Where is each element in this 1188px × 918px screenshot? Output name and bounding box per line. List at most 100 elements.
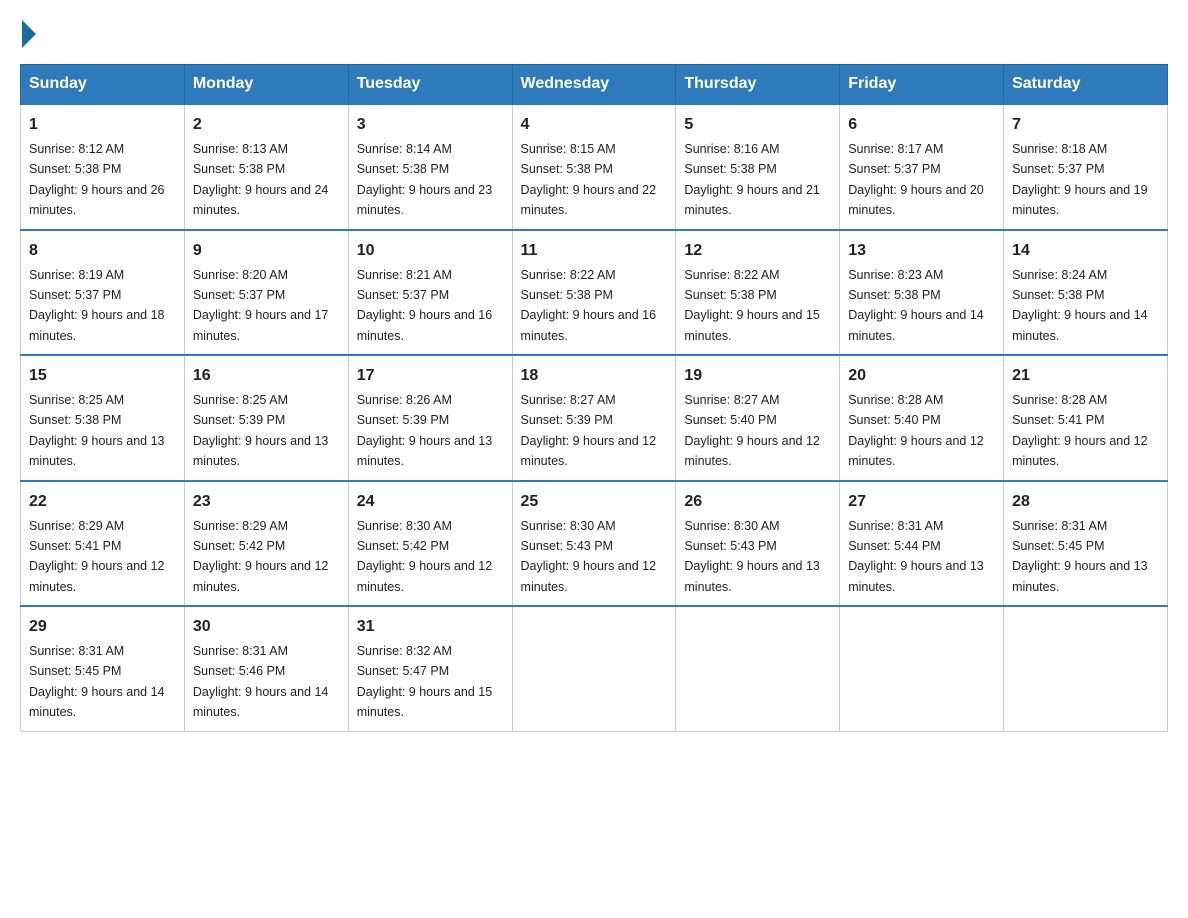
day-number: 5 <box>684 113 831 137</box>
logo <box>20 20 36 44</box>
day-number: 8 <box>29 239 176 263</box>
day-info: Sunrise: 8:22 AMSunset: 5:38 PMDaylight:… <box>521 268 657 343</box>
weekday-header-sunday: Sunday <box>21 65 185 105</box>
day-info: Sunrise: 8:12 AMSunset: 5:38 PMDaylight:… <box>29 142 165 217</box>
day-info: Sunrise: 8:27 AMSunset: 5:39 PMDaylight:… <box>521 393 657 468</box>
day-info: Sunrise: 8:14 AMSunset: 5:38 PMDaylight:… <box>357 142 493 217</box>
calendar-day-cell: 20Sunrise: 8:28 AMSunset: 5:40 PMDayligh… <box>840 355 1004 481</box>
calendar-day-cell: 5 Sunrise: 8:16 AMSunset: 5:38 PMDaylight… <box>676 104 840 230</box>
day-number: 19 <box>684 364 831 388</box>
day-info: Sunrise: 8:15 AMSunset: 5:38 PMDaylight:… <box>521 142 657 217</box>
calendar-day-cell: 18 Sunrise: 8:27 AMSunset: 5:39 PMDayligh… <box>512 355 676 481</box>
calendar-day-cell: 8 Sunrise: 8:19 AMSunset: 5:37 PMDaylight… <box>21 230 185 356</box>
day-number: 23 <box>193 490 340 514</box>
day-number: 22 <box>29 490 176 514</box>
day-number: 9 <box>193 239 340 263</box>
day-info: Sunrise: 8:19 AMSunset: 5:37 PMDaylight:… <box>29 268 165 343</box>
day-number: 28 <box>1012 490 1159 514</box>
day-number: 16 <box>193 364 340 388</box>
calendar-day-cell: 13 Sunrise: 8:23 AMSunset: 5:38 PMDayligh… <box>840 230 1004 356</box>
day-info: Sunrise: 8:31 AMSunset: 5:46 PMDaylight:… <box>193 644 329 719</box>
day-info: Sunrise: 8:21 AMSunset: 5:37 PMDaylight:… <box>357 268 493 343</box>
day-number: 25 <box>521 490 668 514</box>
calendar-week-row: 8 Sunrise: 8:19 AMSunset: 5:37 PMDaylight… <box>21 230 1168 356</box>
weekday-header-thursday: Thursday <box>676 65 840 105</box>
calendar-header: SundayMondayTuesdayWednesdayThursdayFrid… <box>21 65 1168 105</box>
day-number: 6 <box>848 113 995 137</box>
calendar-day-cell: 24 Sunrise: 8:30 AMSunset: 5:42 PMDayligh… <box>348 481 512 607</box>
day-info: Sunrise: 8:30 AMSunset: 5:42 PMDaylight:… <box>357 519 493 594</box>
calendar-day-cell: 6 Sunrise: 8:17 AMSunset: 5:37 PMDaylight… <box>840 104 1004 230</box>
calendar-day-cell: 23 Sunrise: 8:29 AMSunset: 5:42 PMDayligh… <box>184 481 348 607</box>
day-number: 26 <box>684 490 831 514</box>
calendar-day-cell: 4Sunrise: 8:15 AMSunset: 5:38 PMDaylight… <box>512 104 676 230</box>
day-info: Sunrise: 8:31 AMSunset: 5:44 PMDaylight:… <box>848 519 984 594</box>
calendar-day-cell: 9 Sunrise: 8:20 AMSunset: 5:37 PMDaylight… <box>184 230 348 356</box>
calendar-day-cell: 3 Sunrise: 8:14 AMSunset: 5:38 PMDaylight… <box>348 104 512 230</box>
calendar-week-row: 29Sunrise: 8:31 AMSunset: 5:45 PMDayligh… <box>21 606 1168 731</box>
day-number: 30 <box>193 615 340 639</box>
weekday-header-saturday: Saturday <box>1004 65 1168 105</box>
day-number: 7 <box>1012 113 1159 137</box>
calendar-day-cell: 15 Sunrise: 8:25 AMSunset: 5:38 PMDayligh… <box>21 355 185 481</box>
day-info: Sunrise: 8:29 AMSunset: 5:42 PMDaylight:… <box>193 519 329 594</box>
calendar-day-cell: 2Sunrise: 8:13 AMSunset: 5:38 PMDaylight… <box>184 104 348 230</box>
calendar-day-cell <box>676 606 840 731</box>
logo-general-text <box>20 20 36 48</box>
day-info: Sunrise: 8:17 AMSunset: 5:37 PMDaylight:… <box>848 142 984 217</box>
day-number: 20 <box>848 364 995 388</box>
calendar-day-cell: 21 Sunrise: 8:28 AMSunset: 5:41 PMDayligh… <box>1004 355 1168 481</box>
calendar-day-cell: 1 Sunrise: 8:12 AMSunset: 5:38 PMDaylight… <box>21 104 185 230</box>
calendar-day-cell: 27Sunrise: 8:31 AMSunset: 5:44 PMDayligh… <box>840 481 1004 607</box>
day-number: 13 <box>848 239 995 263</box>
day-info: Sunrise: 8:32 AMSunset: 5:47 PMDaylight:… <box>357 644 493 719</box>
day-info: Sunrise: 8:23 AMSunset: 5:38 PMDaylight:… <box>848 268 984 343</box>
day-info: Sunrise: 8:20 AMSunset: 5:37 PMDaylight:… <box>193 268 329 343</box>
calendar-day-cell: 17Sunrise: 8:26 AMSunset: 5:39 PMDayligh… <box>348 355 512 481</box>
calendar-day-cell: 28Sunrise: 8:31 AMSunset: 5:45 PMDayligh… <box>1004 481 1168 607</box>
calendar-day-cell: 12 Sunrise: 8:22 AMSunset: 5:38 PMDayligh… <box>676 230 840 356</box>
calendar-day-cell: 22 Sunrise: 8:29 AMSunset: 5:41 PMDayligh… <box>21 481 185 607</box>
weekday-header-wednesday: Wednesday <box>512 65 676 105</box>
calendar-day-cell: 14 Sunrise: 8:24 AMSunset: 5:38 PMDayligh… <box>1004 230 1168 356</box>
calendar-day-cell <box>1004 606 1168 731</box>
day-number: 29 <box>29 615 176 639</box>
weekday-header-friday: Friday <box>840 65 1004 105</box>
day-number: 14 <box>1012 239 1159 263</box>
page-header <box>20 20 1168 44</box>
day-number: 17 <box>357 364 504 388</box>
day-info: Sunrise: 8:28 AMSunset: 5:41 PMDaylight:… <box>1012 393 1148 468</box>
calendar-day-cell: 19 Sunrise: 8:27 AMSunset: 5:40 PMDayligh… <box>676 355 840 481</box>
day-number: 21 <box>1012 364 1159 388</box>
day-info: Sunrise: 8:27 AMSunset: 5:40 PMDaylight:… <box>684 393 820 468</box>
calendar-week-row: 15 Sunrise: 8:25 AMSunset: 5:38 PMDayligh… <box>21 355 1168 481</box>
day-number: 3 <box>357 113 504 137</box>
calendar-day-cell: 11 Sunrise: 8:22 AMSunset: 5:38 PMDayligh… <box>512 230 676 356</box>
calendar-day-cell: 30 Sunrise: 8:31 AMSunset: 5:46 PMDayligh… <box>184 606 348 731</box>
weekday-header-monday: Monday <box>184 65 348 105</box>
day-number: 1 <box>29 113 176 137</box>
day-info: Sunrise: 8:13 AMSunset: 5:38 PMDaylight:… <box>193 142 329 217</box>
day-info: Sunrise: 8:29 AMSunset: 5:41 PMDaylight:… <box>29 519 165 594</box>
day-info: Sunrise: 8:30 AMSunset: 5:43 PMDaylight:… <box>684 519 820 594</box>
logo-arrow-icon <box>22 20 36 48</box>
day-number: 18 <box>521 364 668 388</box>
day-info: Sunrise: 8:22 AMSunset: 5:38 PMDaylight:… <box>684 268 820 343</box>
day-number: 12 <box>684 239 831 263</box>
day-number: 15 <box>29 364 176 388</box>
day-info: Sunrise: 8:16 AMSunset: 5:38 PMDaylight:… <box>684 142 820 217</box>
calendar-day-cell <box>840 606 1004 731</box>
day-number: 24 <box>357 490 504 514</box>
day-number: 31 <box>357 615 504 639</box>
day-number: 11 <box>521 239 668 263</box>
calendar-week-row: 1 Sunrise: 8:12 AMSunset: 5:38 PMDaylight… <box>21 104 1168 230</box>
day-info: Sunrise: 8:25 AMSunset: 5:38 PMDaylight:… <box>29 393 165 468</box>
calendar-day-cell: 25Sunrise: 8:30 AMSunset: 5:43 PMDayligh… <box>512 481 676 607</box>
day-info: Sunrise: 8:25 AMSunset: 5:39 PMDaylight:… <box>193 393 329 468</box>
day-number: 10 <box>357 239 504 263</box>
weekday-header-tuesday: Tuesday <box>348 65 512 105</box>
calendar-day-cell: 7 Sunrise: 8:18 AMSunset: 5:37 PMDaylight… <box>1004 104 1168 230</box>
day-info: Sunrise: 8:24 AMSunset: 5:38 PMDaylight:… <box>1012 268 1148 343</box>
day-info: Sunrise: 8:18 AMSunset: 5:37 PMDaylight:… <box>1012 142 1148 217</box>
calendar-day-cell: 10 Sunrise: 8:21 AMSunset: 5:37 PMDayligh… <box>348 230 512 356</box>
